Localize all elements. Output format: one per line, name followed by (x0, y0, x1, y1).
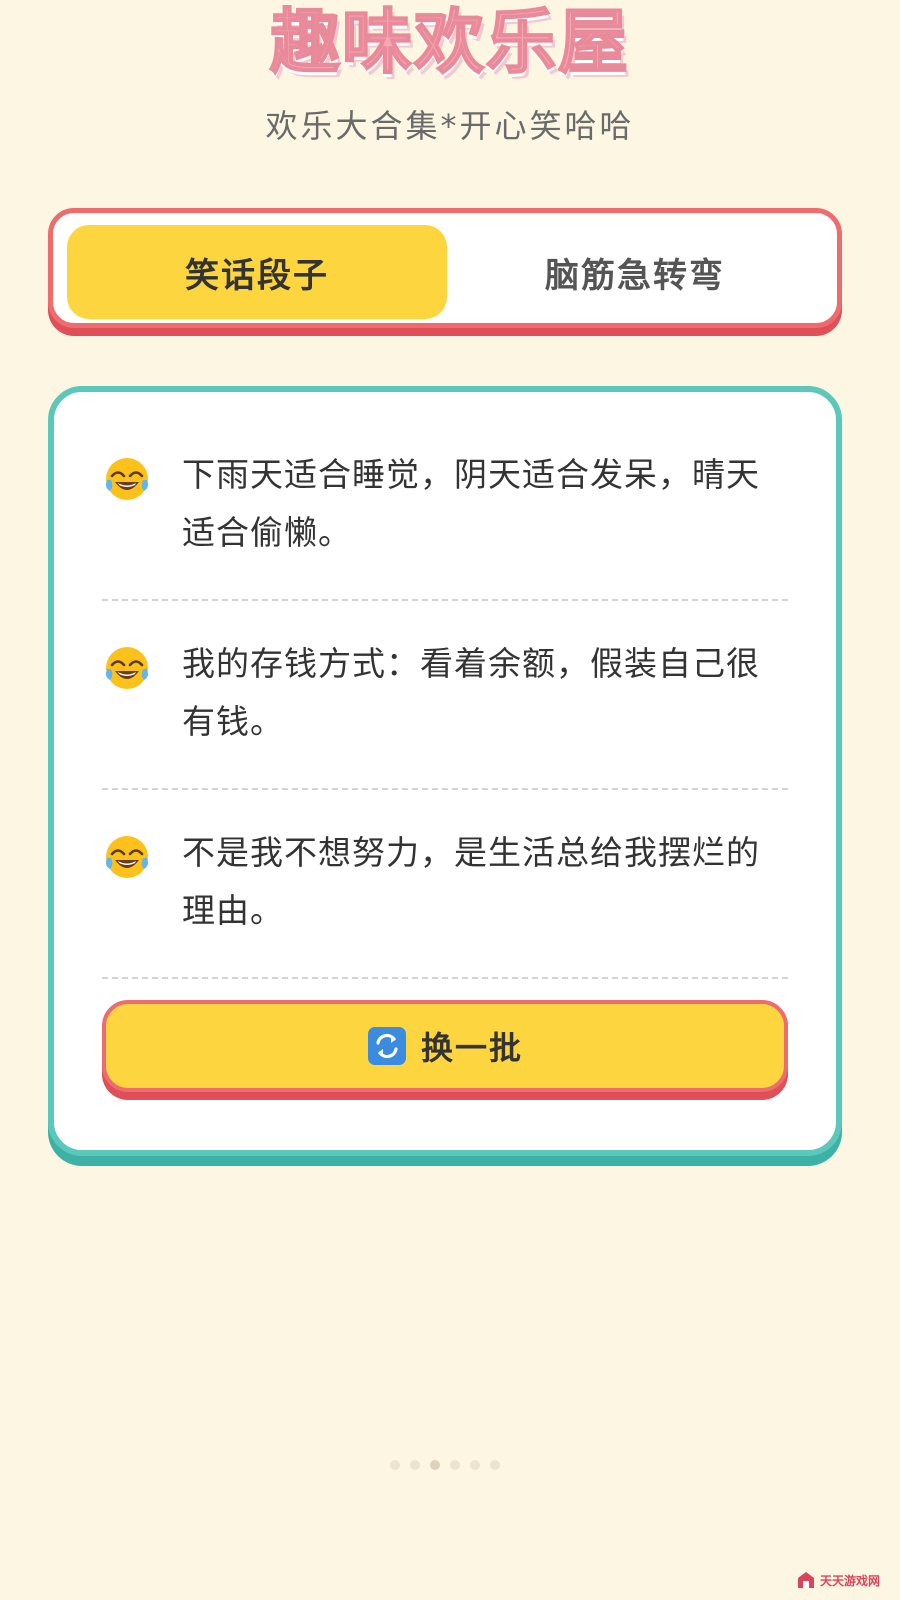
tab-riddles[interactable]: 脑筋急转弯 (445, 225, 825, 319)
tears-of-joy-emoji-icon (106, 836, 148, 878)
page-dot (450, 1460, 460, 1470)
app-subtitle: 欢乐大合集*开心笑哈哈 (265, 107, 635, 145)
watermark-text: 天天游戏网 (820, 1573, 881, 1588)
page-dot (490, 1460, 500, 1470)
joke-text: 不是我不想努力，是生活总给我摆烂的理由。 (182, 833, 760, 930)
tears-of-joy-emoji-icon (106, 458, 148, 500)
joke-item: 我的存钱方式：看着余额，假装自己很有钱。 (102, 601, 788, 790)
watermark: 天天游戏网 (796, 1566, 892, 1594)
refresh-button[interactable]: 换一批 (102, 1000, 788, 1092)
refresh-button-label: 换一批 (420, 1029, 523, 1067)
page-dot-active (430, 1460, 440, 1470)
tab-jokes[interactable]: 笑话段子 (67, 225, 447, 319)
page-dot (410, 1460, 420, 1470)
joke-text: 我的存钱方式：看着余额，假装自己很有钱。 (182, 644, 760, 741)
page-indicator (390, 1460, 500, 1470)
joke-item: 下雨天适合睡觉，阴天适合发呆，晴天适合偷懒。 (102, 412, 788, 601)
tab-bar: 笑话段子 脑筋急转弯 (48, 208, 842, 328)
joke-list: 下雨天适合睡觉，阴天适合发呆，晴天适合偷懒。 我的存钱方式：看着余额，假装自己很… (102, 412, 788, 979)
watermark-logo-icon (798, 1572, 814, 1588)
refresh-icon (367, 1027, 406, 1065)
page-dot (390, 1460, 400, 1470)
app-title: 趣味欢乐屋 (269, 1, 630, 83)
tears-of-joy-emoji-icon (106, 647, 148, 689)
joke-text: 下雨天适合睡觉，阴天适合发呆，晴天适合偷懒。 (182, 455, 760, 552)
joke-card: 下雨天适合睡觉，阴天适合发呆，晴天适合偷懒。 我的存钱方式：看着余额，假装自己很… (48, 386, 842, 1156)
joke-item: 不是我不想努力，是生活总给我摆烂的理由。 (102, 790, 788, 979)
page-dot (470, 1460, 480, 1470)
